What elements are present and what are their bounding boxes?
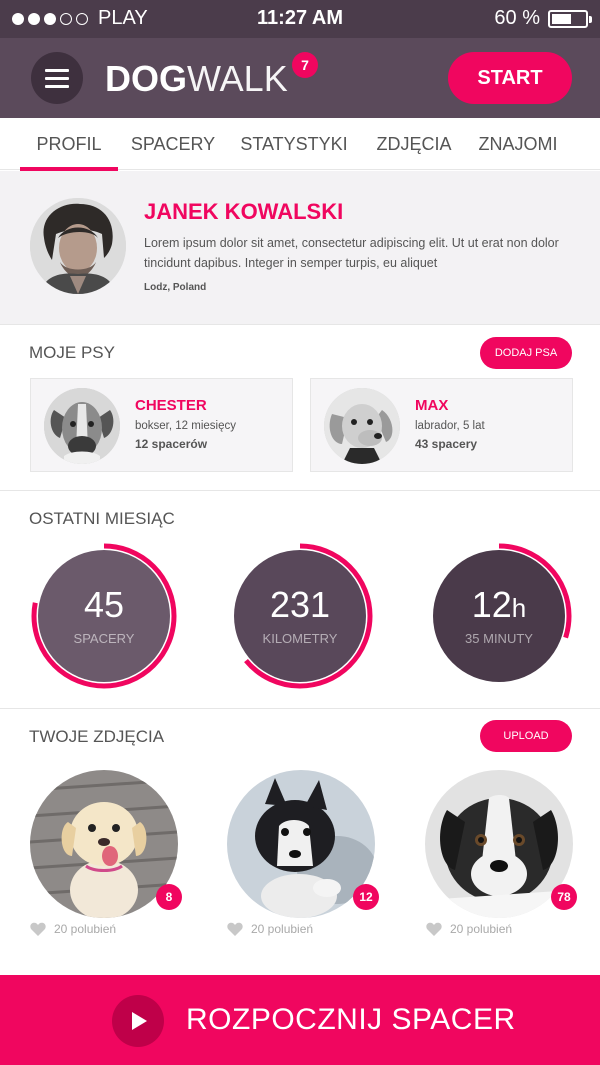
divider [0,490,600,491]
start-button[interactable]: START [448,52,572,104]
photo-item[interactable]: 78 [425,770,577,918]
stat-label: KILOMETRY [262,631,338,646]
photo-count-badge: 8 [156,884,182,910]
profile-name: JANEK KOWALSKI [144,199,344,224]
likes-label: 20 polubień [450,922,513,936]
app-logo: DOGWALK [105,58,288,99]
profile-card: JANEK KOWALSKI Lorem ipsum dolor sit ame… [0,171,600,325]
battery-fill [552,13,572,24]
photo-item[interactable]: 12 [227,770,379,918]
dog-breed: labrador, 5 lat [415,420,485,432]
stat-value: 12h [471,584,527,625]
tab-bar: PROFIL SPACERY STATYSTYKI ZDJĘCIA ZNAJOM… [0,118,600,171]
battery-icon [548,9,592,28]
likes-label: 20 polubień [251,922,314,936]
dog-card-chester[interactable]: CHESTER bokser, 12 miesięcy 12 spacerów [30,378,293,472]
tab-znajomi[interactable]: ZNAJOMI [473,118,563,170]
dog-card-max[interactable]: MAX labrador, 5 lat 43 spacery [310,378,573,472]
stat-value: 45 [83,584,125,625]
dogs-section-title: MOJE PSY [29,343,115,362]
tab-zdjecia[interactable]: ZDJĘCIA [373,118,455,170]
dog-photo [44,388,120,464]
dog-breed: bokser, 12 miesięcy [135,420,236,432]
likes-label: 20 polubień [54,922,117,936]
dog-name: CHESTER [135,397,207,414]
stat-kilometers: 231 KILOMETRY [226,542,374,690]
stat-label: SPACERY [73,631,135,646]
battery-status: 60 % [494,7,592,30]
tab-profil[interactable]: PROFIL [20,118,118,171]
stats-section-title: OSTATNI MIESIĄC [29,509,175,528]
dog-walk-count: 43 spacery [415,437,478,451]
photo-likes[interactable]: 20 polubień [426,922,512,936]
start-walk-label: ROZPOCZNIJ SPACER [186,1003,516,1036]
status-bar: PLAY 11:27 AM 60 % [0,0,600,38]
notification-badge[interactable]: 7 [292,52,318,78]
upload-button[interactable]: UPLOAD [480,720,572,752]
tab-statystyki[interactable]: STATYSTYKI [239,118,349,170]
stat-value: 231 [269,584,331,625]
app-header: DOGWALK 7 START [0,38,600,118]
heart-icon [426,922,442,936]
stat-walks: 45 SPACERY [30,542,178,690]
tab-spacery[interactable]: SPACERY [129,118,217,170]
avatar[interactable] [30,198,126,294]
profile-bio: Lorem ipsum dolor sit amet, consectetur … [144,236,559,270]
battery-percent: 60 % [494,7,540,29]
hamburger-menu-icon[interactable] [31,52,83,104]
photo-count-badge: 78 [551,884,577,910]
photo-likes[interactable]: 20 polubień [30,922,116,936]
profile-location: Lodz, Poland [144,282,207,293]
add-dog-button[interactable]: DODAJ PSA [480,337,572,369]
heart-icon [30,922,46,936]
dog-name: MAX [415,397,449,414]
photo-likes[interactable]: 20 polubień [227,922,313,936]
dog-photo [324,388,400,464]
divider [0,708,600,709]
photos-section-title: TWOJE ZDJĘCIA [29,727,165,746]
stat-label: 35 MINUTY [465,631,533,646]
heart-icon [227,922,243,936]
photo-item[interactable]: 8 [30,770,182,918]
dog-walk-count: 12 spacerów [135,437,208,451]
play-icon[interactable] [112,995,164,1047]
photo-count-badge: 12 [353,884,379,910]
start-walk-bar[interactable]: ROZPOCZNIJ SPACER [0,975,600,1065]
stat-time: 12h 35 MINUTY [425,542,573,690]
